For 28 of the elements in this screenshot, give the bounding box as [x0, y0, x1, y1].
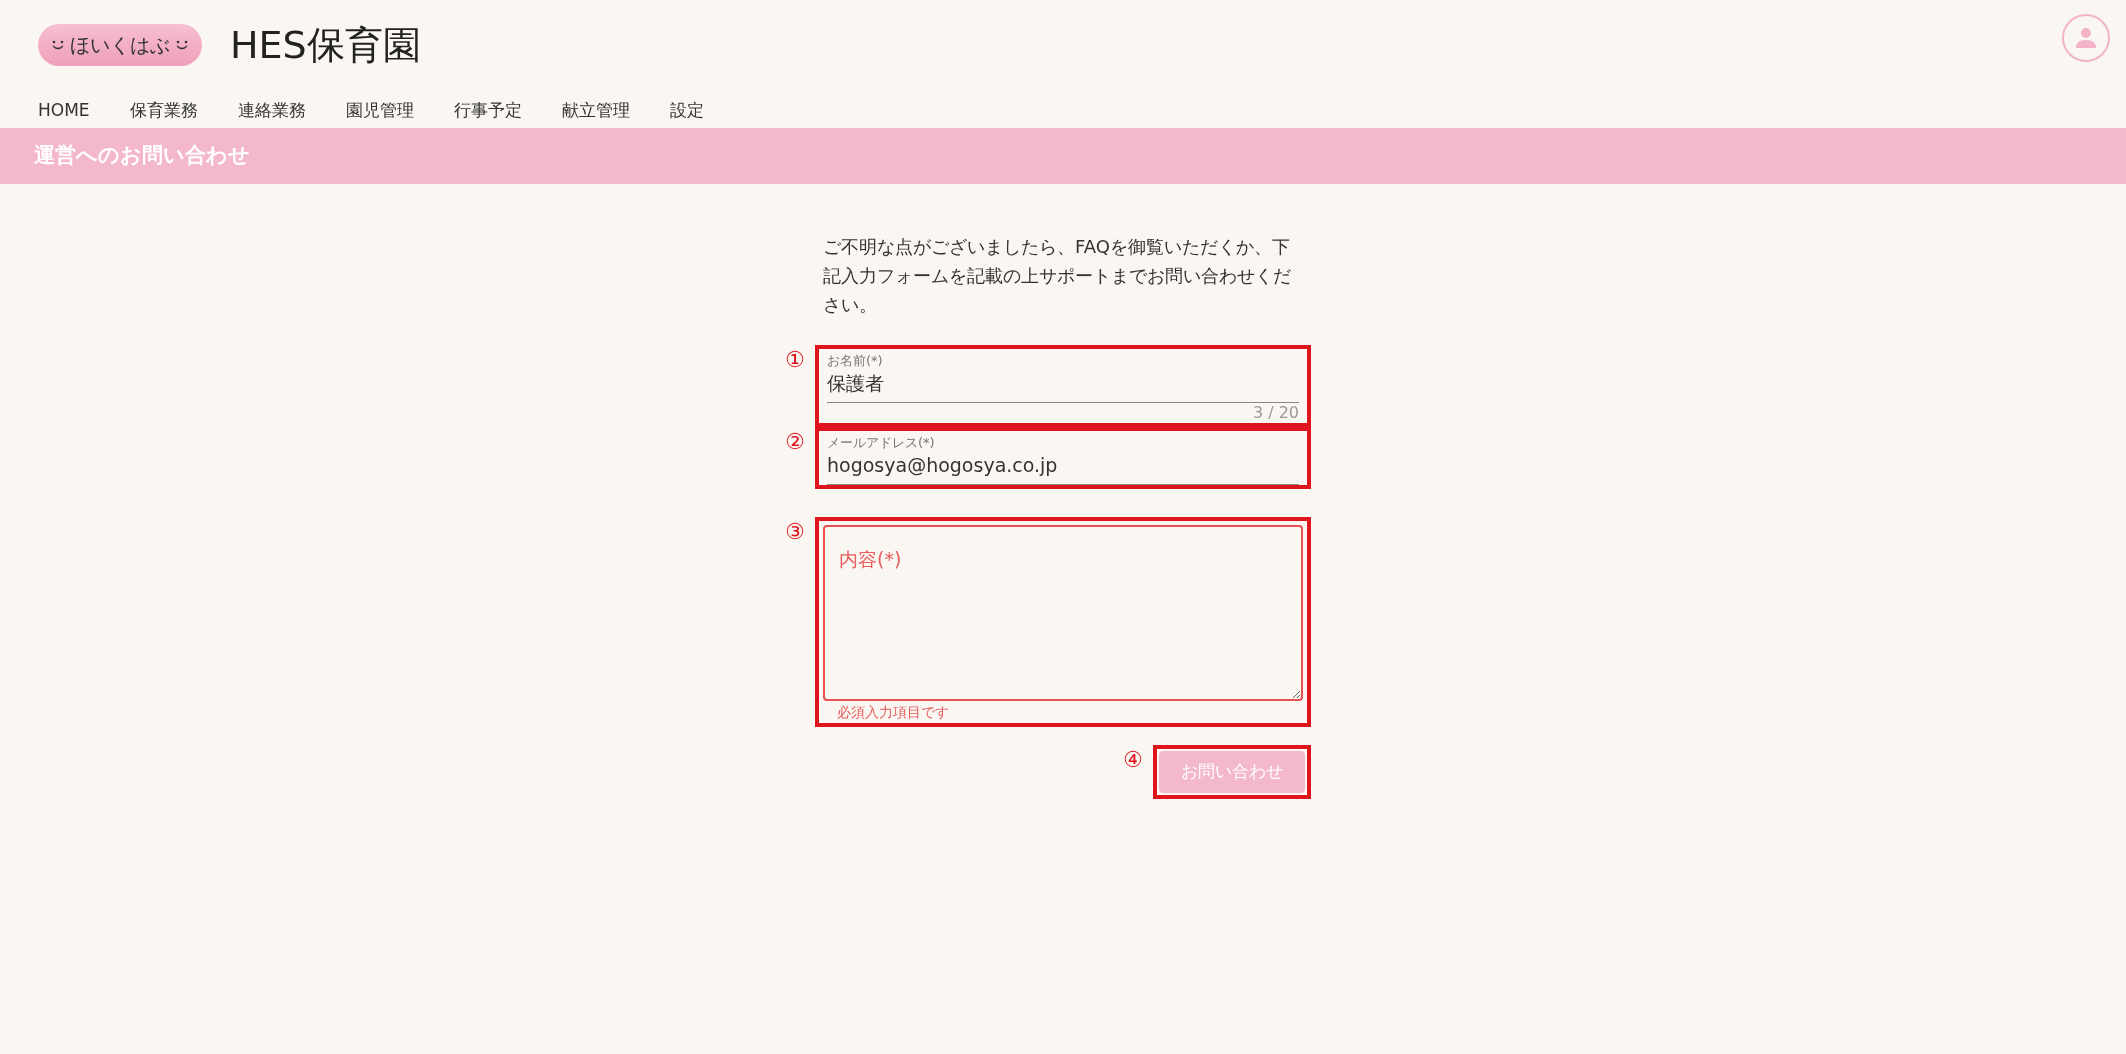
annotation-number: ② [785, 430, 805, 453]
smiley-icon [174, 39, 190, 51]
nav-link[interactable]: 園児管理 [345, 98, 414, 124]
user-avatar-button[interactable] [2062, 14, 2110, 62]
nav-link[interactable]: HOME [38, 98, 90, 124]
logo-text: ほいくはぶ [70, 32, 170, 59]
annotation-number: ④ [1123, 748, 1143, 771]
page-title: 運営へのお問い合わせ [34, 142, 250, 170]
nav-link[interactable]: 行事予定 [453, 98, 522, 124]
nav-link[interactable]: 献立管理 [561, 98, 630, 124]
field-value: 保護者 [827, 369, 1299, 398]
site-title: HES保育園 [230, 26, 421, 64]
nav-link[interactable]: 保育業務 [129, 98, 198, 124]
nav-link[interactable]: 連絡業務 [237, 98, 306, 124]
text-field[interactable]: お名前(*) 保護者 [827, 353, 1299, 403]
field-label: メールアドレス(*) [827, 434, 936, 451]
smiley-icon [50, 39, 66, 51]
content-field[interactable]: 内容(*) [823, 524, 1303, 701]
annotation-number: ③ [785, 520, 805, 543]
annotation-number: ① [785, 349, 805, 371]
field-value: hogosya@hogosya.co.jp [827, 451, 1299, 480]
field-label: お名前(*) [827, 353, 884, 370]
intro-paragraph: ご不明な点がございましたら、FAQを御覧いただくか、下記入力フォームを記載の上サポートまでお問い合わせください。 [822, 235, 1292, 317]
error-message: 必須入力項目です [836, 702, 950, 722]
nav-link[interactable]: 設定 [669, 98, 704, 124]
character-counter: 3 / 20 [1252, 402, 1299, 423]
text-field[interactable]: メールアドレス(*) hogosya@hogosya.co.jp [827, 434, 1299, 485]
user-icon [2075, 27, 2097, 49]
